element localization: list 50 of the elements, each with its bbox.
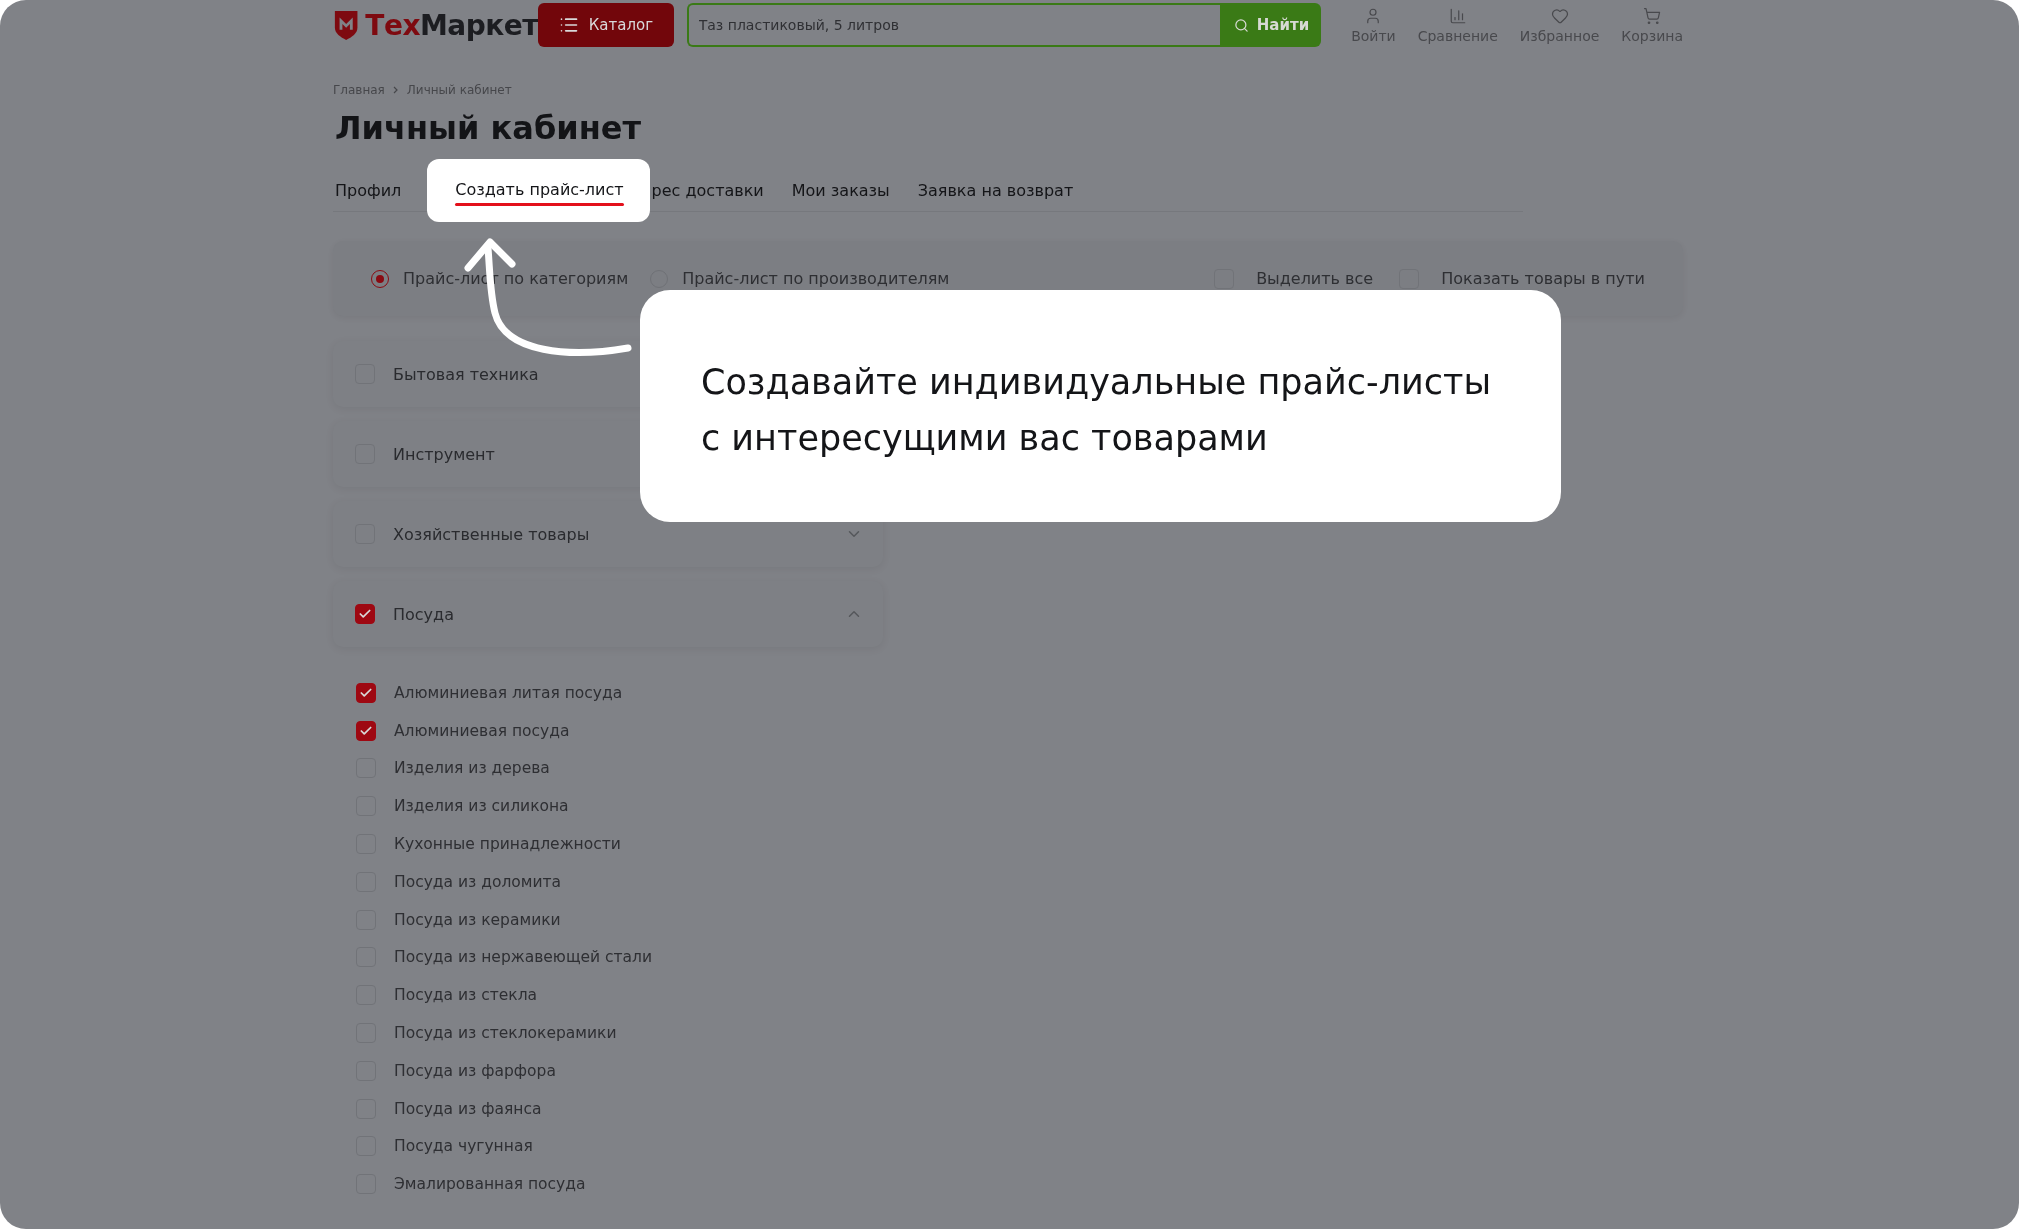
tab[interactable]: Заявка на возврат — [915, 180, 1100, 200]
subcategory-label: Изделия из дерева — [394, 759, 550, 778]
cart-icon — [1643, 6, 1662, 25]
subcategory-label: Посуда из нержавеющей стали — [394, 948, 653, 967]
subcategory-label: Посуда из керамики — [394, 910, 561, 929]
breadcrumb-link[interactable]: Главная — [333, 83, 385, 97]
subcategory-label: Посуда из стеклокерамики — [394, 1024, 617, 1043]
header-action-link[interactable]: Сравнение — [1417, 6, 1498, 44]
search-field[interactable]: Таз пластиковый, 5 литров — [686, 3, 1220, 47]
logo-text[interactable]: ТехМаркет — [365, 8, 538, 42]
subcategory-label: Посуда из стекла — [394, 986, 538, 1005]
checkbox[interactable] — [356, 682, 376, 703]
category-label: Инструмент — [393, 444, 496, 464]
tab[interactable]: рес доставки — [649, 180, 790, 200]
page-title: Личный кабинет — [335, 109, 642, 147]
checkbox[interactable] — [356, 720, 376, 741]
header-action-link[interactable]: Корзина — [1621, 6, 1683, 44]
header-action-link[interactable]: Избранное — [1519, 6, 1600, 44]
subcategory-label: Посуда из фарфора — [394, 1061, 556, 1080]
subcategory-label: Эмалированная посуда — [394, 1175, 586, 1194]
checkbox[interactable] — [1399, 268, 1420, 289]
radio-label: Прайс-лист по производителям — [682, 269, 950, 288]
subcategory-label: Алюминиевая литая посуда — [394, 683, 623, 702]
tab[interactable]: Мои заказы — [789, 180, 916, 200]
category-label: Хозяйственные товары — [393, 524, 591, 544]
subcategory-label: Посуда из доломита — [394, 872, 562, 891]
check-icon — [358, 607, 372, 621]
checkbox[interactable] — [1214, 268, 1235, 289]
checkbox[interactable] — [355, 604, 375, 624]
search-icon — [1233, 17, 1249, 33]
search-button[interactable]: Найти — [1219, 3, 1322, 47]
tab[interactable]: Профил — [333, 180, 428, 200]
breadcrumb-link[interactable]: Личный кабинет — [406, 83, 512, 97]
checkbox-label: Выделить все — [1256, 269, 1374, 288]
heart-icon — [1550, 6, 1569, 25]
category-label: Посуда — [393, 604, 455, 624]
subcategory-label: Посуда чугунная — [394, 1137, 533, 1156]
list-icon — [558, 15, 579, 35]
checkbox-label: Показать товары в пути — [1441, 269, 1645, 288]
subcategory-label: Кухонные принадлежности — [394, 835, 621, 854]
tab[interactable]: Создать прайс-лист — [427, 158, 650, 222]
catalog-button[interactable]: Каталог — [538, 3, 674, 47]
subcategory-label: Изделия из силикона — [394, 797, 569, 816]
shield-logo-icon — [333, 8, 360, 42]
header-action-link[interactable]: Войти — [1351, 6, 1396, 44]
bar-chart-icon — [1448, 6, 1467, 25]
subcategory-label: Алюминиевая посуда — [394, 721, 570, 740]
subcategory-label: Посуда из фаянса — [394, 1099, 542, 1118]
chevron-right-icon — [392, 86, 399, 94]
category-card[interactable]: Посуда — [333, 581, 883, 647]
